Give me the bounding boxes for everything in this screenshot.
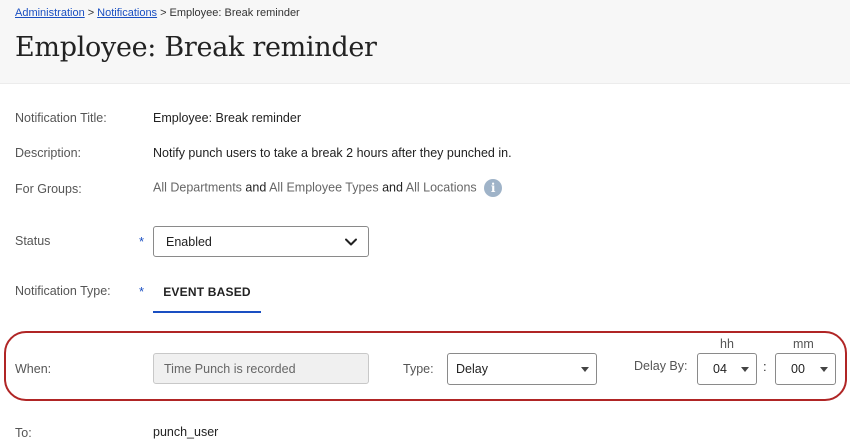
caret-down-icon [820,367,828,372]
minutes-select-value: 00 [791,362,805,376]
breadcrumb: Administration > Notifications > Employee: B… [15,7,300,19]
type-select-value: Delay [456,362,488,376]
type-select[interactable]: Delay [447,353,597,385]
to-label: To: [15,426,32,440]
description-value: Notify punch users to take a break 2 hou… [153,146,512,160]
status-select-value: Enabled [166,235,212,249]
breadcrumb-separator: > [160,7,167,19]
chevron-down-icon [345,238,357,246]
time-separator: : [763,359,767,374]
info-icon[interactable]: i [484,179,503,197]
groups-employee-types: All Employee Types [269,180,379,195]
when-label: When: [15,362,52,376]
page-title: Employee: Break reminder [15,32,377,63]
minutes-label: mm [793,337,814,351]
delay-by-label: Delay By: [634,359,688,373]
page-header: Administration > Notifications > Employee: B… [0,0,850,84]
caret-down-icon [581,367,589,372]
status-select[interactable]: Enabled [153,226,369,257]
hours-select-value: 04 [713,362,727,376]
hours-select[interactable]: 04 [697,353,757,385]
description-label: Description: [15,146,81,160]
caret-down-icon [741,367,749,372]
groups-locations: All Locations [405,180,477,195]
breadcrumb-administration-link[interactable]: Administration [15,7,85,19]
notification-title-value: Employee: Break reminder [153,111,301,125]
notification-title-label: Notification Title: [15,111,107,125]
for-groups-label: For Groups: [15,182,82,196]
groups-departments: All Departments [153,180,242,195]
status-label: Status [15,234,51,248]
trigger-event-field: Time Punch is recorded [153,353,369,384]
breadcrumb-separator: > [87,7,95,19]
type-label: Type: [403,362,434,376]
notification-type-label: Notification Type: [15,284,111,298]
groups-conjunction: and [245,180,267,195]
minutes-select[interactable]: 00 [775,353,836,385]
tab-event-based[interactable]: EVENT BASED [153,276,261,313]
to-value: punch_user [153,425,219,439]
breadcrumb-current: Employee: Break reminder [169,7,300,19]
groups-value: All Departments and All Employee Types a… [153,179,503,197]
breadcrumb-notifications-link[interactable]: Notifications [97,7,157,19]
required-mark: * [139,284,145,299]
groups-conjunction: and [382,180,403,195]
hours-label: hh [720,337,734,351]
required-mark: * [139,234,145,249]
